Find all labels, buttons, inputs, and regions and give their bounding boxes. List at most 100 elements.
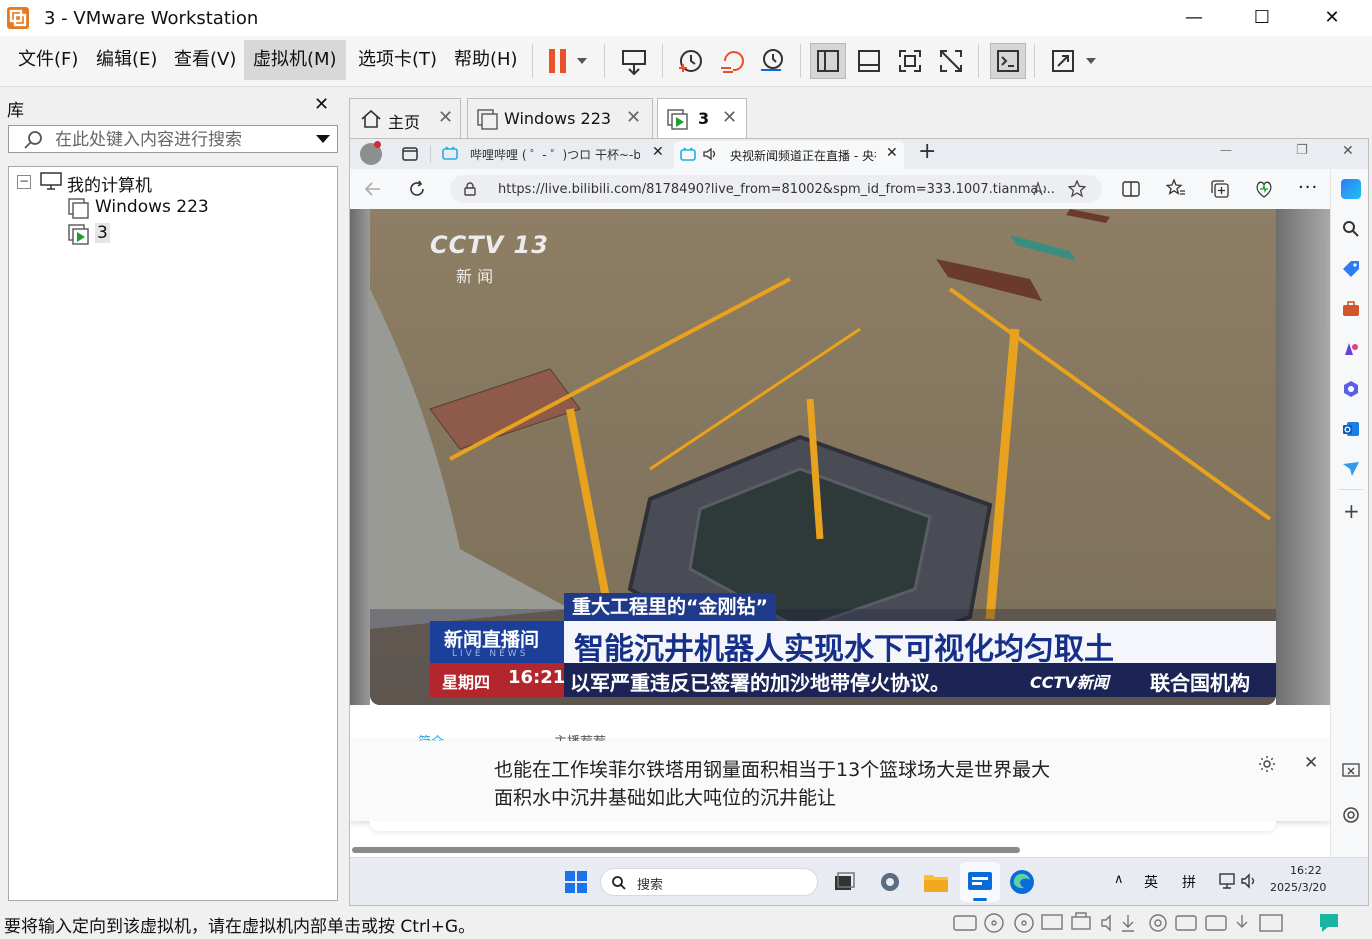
ime-language[interactable]: 英 [1144, 872, 1158, 892]
settings-icon[interactable] [876, 868, 904, 896]
taskbar-active-app[interactable] [960, 862, 1000, 902]
taskbar-search-box[interactable]: 搜索 [600, 868, 818, 896]
back-icon[interactable] [364, 181, 382, 197]
ime-mode[interactable]: 拼 [1182, 872, 1196, 892]
browser-essentials-icon[interactable] [1254, 179, 1274, 199]
tray-overflow-icon[interactable]: ∧ [1114, 872, 1124, 887]
lock-icon[interactable] [464, 182, 476, 196]
tab-close-icon[interactable]: ✕ [626, 107, 641, 128]
program-name: 新闻直播间 [444, 629, 540, 651]
minimize-button[interactable]: — [1160, 0, 1228, 36]
url-text[interactable]: https://live.bilibili.com/8178490?live_f… [498, 182, 1055, 197]
menu-file[interactable]: 文件(F) [9, 40, 87, 80]
message-log-icon[interactable] [1318, 912, 1340, 934]
network-icon[interactable] [1218, 872, 1236, 890]
browser-maximize-button[interactable]: ❐ [1296, 143, 1308, 158]
send-ctrl-alt-del-icon[interactable] [616, 43, 652, 79]
tab-close-icon[interactable]: ✕ [438, 107, 453, 128]
maximize-button[interactable]: ☐ [1228, 0, 1296, 36]
speaker-icon[interactable] [702, 147, 718, 161]
stretch-dropdown-icon[interactable] [1077, 43, 1105, 79]
show-library-icon[interactable] [810, 43, 846, 79]
browser-tab-bilibili[interactable]: 哔哩哔哩 ( ゜- ゜)つロ 干杯~-bilib ✕ [438, 141, 670, 167]
library-close-button[interactable]: ✕ [314, 94, 329, 115]
guest-screen[interactable]: 哔哩哔哩 ( ゜- ゜)つロ 干杯~-bilib ✕ 央视新闻频道正在直播 - … [349, 138, 1369, 906]
snapshot-icon[interactable] [672, 43, 708, 79]
file-explorer-icon[interactable] [922, 868, 950, 896]
caption-settings-icon[interactable] [1258, 755, 1276, 773]
menu-vm[interactable]: 虚拟机(M) [244, 40, 346, 80]
tab-home[interactable]: 主页 ✕ [349, 98, 461, 138]
tab-actions-icon[interactable] [402, 147, 418, 161]
horizontal-scrollbar[interactable] [352, 847, 1020, 853]
read-aloud-icon[interactable] [1032, 181, 1050, 197]
tree-item-windows-223[interactable]: Windows 223 [95, 197, 209, 217]
library-search-box [8, 125, 338, 153]
volume-icon[interactable] [1240, 872, 1258, 890]
search-dropdown-icon[interactable] [315, 134, 331, 144]
windows-start-icon[interactable] [564, 870, 588, 894]
tree-item-3[interactable]: 3 [95, 223, 110, 243]
drop-send-icon[interactable] [1341, 459, 1361, 479]
url-box[interactable]: https://live.bilibili.com/8178490?live_f… [450, 175, 1102, 203]
new-tab-button[interactable]: + [918, 139, 936, 164]
live-video-player[interactable]: CCTV 13 新 闻 重大工程里的“金刚钻” 新闻直播间 LIVE NEWS … [370, 209, 1276, 705]
browser-close-button[interactable]: ✕ [1342, 143, 1354, 159]
edge-browser-icon[interactable] [1008, 868, 1036, 896]
tab-home-label: 主页 [388, 113, 421, 132]
tab-close-icon[interactable]: ✕ [652, 144, 664, 160]
clock-date[interactable]: 2025/3/20 [1270, 881, 1326, 894]
tab-close-icon[interactable]: ✕ [722, 107, 737, 128]
console-view-icon[interactable] [990, 43, 1026, 79]
copilot-icon[interactable] [1341, 179, 1361, 199]
favorites-icon[interactable] [1166, 179, 1186, 197]
browser-minimize-button[interactable]: — [1220, 143, 1232, 157]
library-search-input[interactable] [53, 128, 307, 152]
menu-help[interactable]: 帮助(H) [445, 40, 527, 80]
search-icon [24, 131, 42, 149]
more-options-icon[interactable]: ··· [1298, 177, 1318, 198]
games-icon[interactable] [1341, 339, 1361, 359]
unity-mode-icon[interactable] [933, 43, 969, 79]
shopping-tag-icon[interactable] [1341, 259, 1361, 279]
sidebar-settings-icon[interactable] [1341, 805, 1361, 825]
browser-tab-cctv[interactable]: 央视新闻频道正在直播 - 央视 ✕ [674, 141, 904, 169]
thumbnail-bar-icon[interactable] [851, 43, 887, 79]
split-screen-icon[interactable] [1122, 181, 1140, 197]
menu-tabs[interactable]: 选项卡(T) [349, 40, 446, 80]
stretch-guest-icon[interactable] [1045, 43, 1081, 79]
page-scrollbar-thumb[interactable] [1320, 239, 1324, 335]
menu-edit[interactable]: 编辑(E) [87, 40, 166, 80]
pause-dropdown-icon[interactable] [568, 43, 596, 79]
caption-line-1: 也能在工作埃菲尔铁塔用钢量面积相当于13个篮球场大是世界最大 [494, 759, 1051, 781]
collections-icon[interactable] [1210, 179, 1230, 199]
tree-collapse-toggle[interactable]: − [17, 175, 31, 189]
browser-address-bar: https://live.bilibili.com/8178490?live_f… [350, 169, 1368, 209]
tab-windows-223[interactable]: Windows 223 ✕ [467, 98, 653, 138]
microsoft-365-icon[interactable] [1341, 379, 1361, 399]
close-button[interactable]: ✕ [1298, 0, 1366, 36]
caption-close-button[interactable]: ✕ [1304, 753, 1318, 773]
tools-briefcase-icon[interactable] [1341, 299, 1361, 319]
refresh-icon[interactable] [408, 180, 426, 198]
library-tree: − 我的计算机 Windows 223 3 [8, 166, 338, 901]
status-message: 要将输入定向到该虚拟机，请在虚拟机内部单击或按 Ctrl+G。 [4, 917, 476, 937]
device-status-icons[interactable] [952, 911, 1312, 935]
tab-close-icon[interactable]: ✕ [886, 145, 898, 161]
snapshot-manager-icon[interactable] [754, 43, 790, 79]
revert-snapshot-icon[interactable] [714, 43, 750, 79]
favorite-star-icon[interactable] [1068, 180, 1086, 198]
sidebar-add-button[interactable]: + [1343, 499, 1360, 523]
task-view-icon[interactable] [832, 870, 856, 894]
full-screen-icon[interactable] [892, 43, 928, 79]
menu-view[interactable]: 查看(V) [165, 40, 245, 80]
tree-item-my-computer[interactable]: 我的计算机 [67, 171, 152, 196]
outlook-icon[interactable] [1341, 419, 1361, 439]
page-card-bottom [370, 821, 1276, 831]
search-icon[interactable] [1341, 219, 1361, 239]
tab-3[interactable]: 3 ✕ [657, 98, 747, 138]
vmware-logo-icon [7, 7, 29, 29]
clock-time[interactable]: 16:22 [1290, 864, 1322, 877]
hide-sidebar-icon[interactable] [1341, 761, 1361, 781]
tab-separator [430, 145, 431, 163]
